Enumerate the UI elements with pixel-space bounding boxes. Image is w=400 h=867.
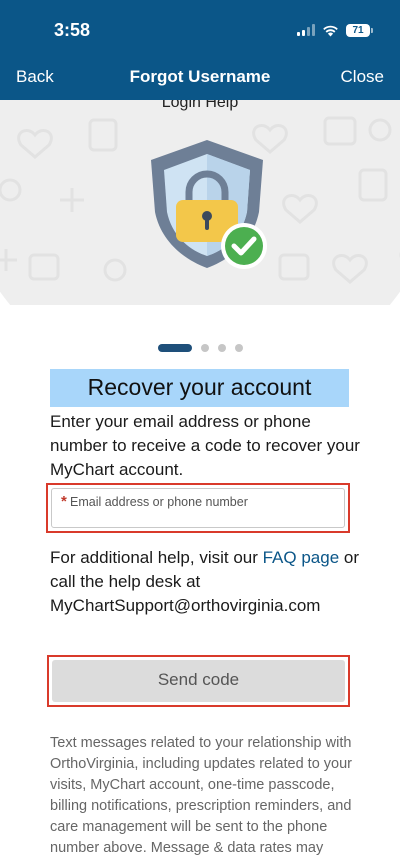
page-indicator xyxy=(0,344,400,352)
hero-caption: Login Help xyxy=(161,100,239,111)
send-code-button[interactable]: Send code xyxy=(52,660,345,702)
help-text-before: For additional help, visit our xyxy=(50,548,263,567)
field-label: Email address or phone number xyxy=(70,495,248,509)
status-icons: 71 xyxy=(297,22,373,38)
hero-illustration: Login Help xyxy=(0,100,400,305)
field-border: * Email address or phone number xyxy=(51,488,345,533)
page-dot[interactable] xyxy=(234,344,243,352)
section-heading: Recover your account xyxy=(50,369,349,407)
signal-icon xyxy=(297,24,315,36)
faq-link[interactable]: FAQ page xyxy=(263,548,340,567)
page-dot[interactable] xyxy=(217,344,226,352)
email-or-phone-input[interactable] xyxy=(66,511,340,533)
email-or-phone-field[interactable]: * Email address or phone number xyxy=(46,483,350,533)
help-text: For additional help, visit our FAQ page … xyxy=(50,546,370,618)
back-button[interactable]: Back xyxy=(16,67,54,87)
status-time: 3:58 xyxy=(54,20,91,40)
close-button[interactable]: Close xyxy=(341,67,384,87)
send-code-button-outline: Send code xyxy=(47,655,350,707)
header-bar: 3:58 71 Back Forgot Username Close xyxy=(0,0,400,100)
shield-icon xyxy=(151,140,267,269)
battery-icon: 71 xyxy=(346,23,373,37)
page-dot-active[interactable] xyxy=(157,344,192,352)
intro-text: Enter your email address or phone number… xyxy=(50,412,360,479)
page-dot[interactable] xyxy=(200,344,209,352)
checkmark-icon xyxy=(221,223,267,269)
required-marker: * xyxy=(61,493,67,510)
wifi-icon xyxy=(323,25,338,36)
sms-disclaimer: Text messages related to your relationsh… xyxy=(50,735,353,856)
